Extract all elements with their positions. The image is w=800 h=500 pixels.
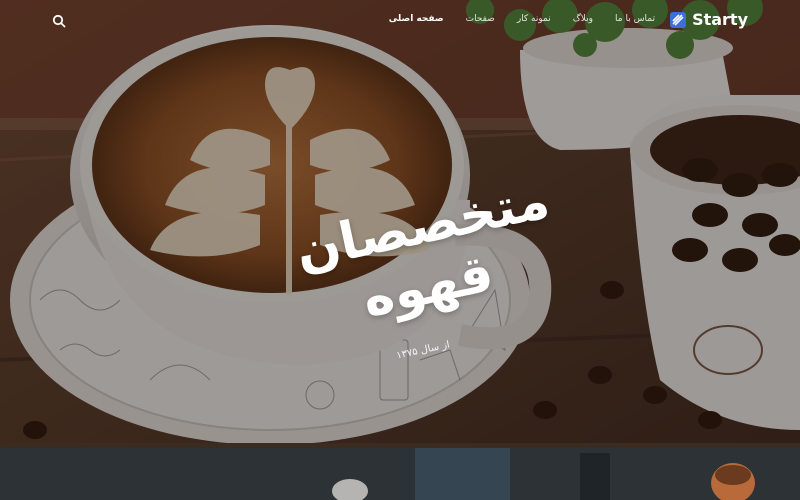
nav-item-portfolio[interactable]: نمونه کار — [517, 14, 551, 24]
search-icon[interactable] — [52, 13, 66, 28]
main-menu: صفحه اصلی صفحات نمونه کار وبلاگ تماس با … — [389, 14, 655, 24]
hero-section: Starty صفحه اصلی صفحات نمونه کار وبلاگ ت… — [0, 0, 800, 443]
top-navigation: Starty صفحه اصلی صفحات نمونه کار وبلاگ ت… — [0, 0, 800, 40]
starty-logo-icon — [669, 11, 687, 29]
next-section-image — [0, 443, 800, 500]
nav-item-pages[interactable]: صفحات — [466, 14, 495, 24]
next-section-preview — [0, 443, 800, 500]
nav-item-contact[interactable]: تماس با ما — [615, 14, 655, 24]
nav-item-blog[interactable]: وبلاگ — [573, 14, 593, 24]
page: Starty صفحه اصلی صفحات نمونه کار وبلاگ ت… — [0, 0, 800, 500]
brand-logo[interactable]: Starty — [669, 10, 748, 29]
brand-name: Starty — [692, 10, 748, 29]
nav-item-home[interactable]: صفحه اصلی — [389, 14, 444, 24]
